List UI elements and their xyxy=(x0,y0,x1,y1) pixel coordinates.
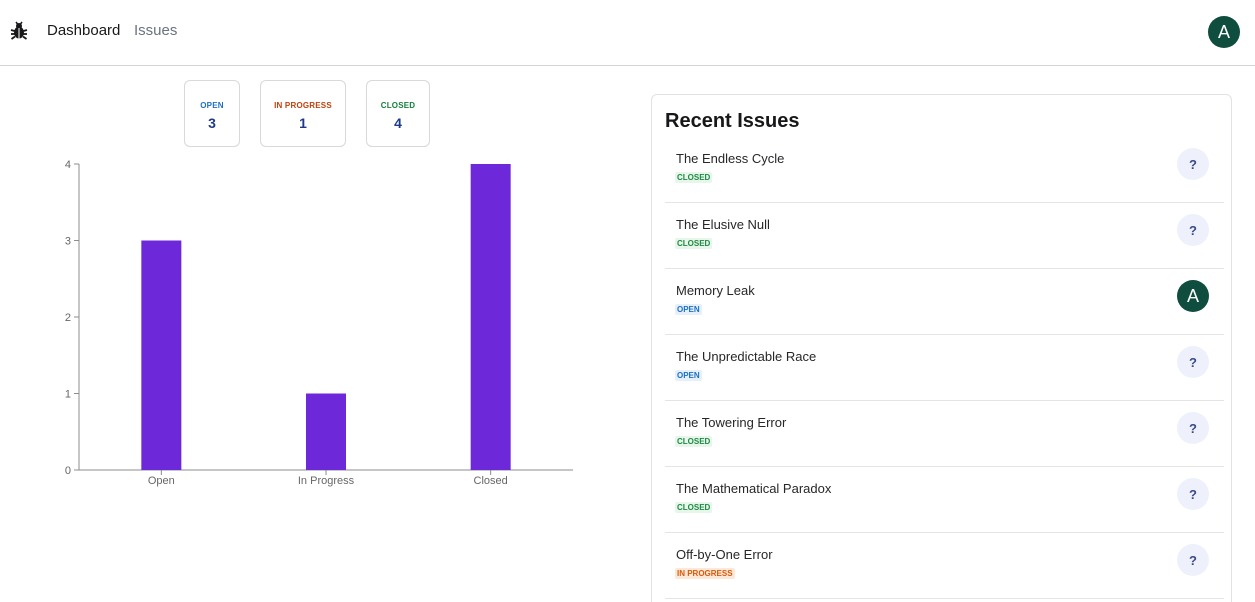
issue-row: The Unpredictable Race OPEN xyxy=(665,335,1224,401)
issue-title-link[interactable]: The Unpredictable Race xyxy=(676,349,816,365)
summary-value: 4 xyxy=(394,115,402,131)
user-avatar[interactable]: A xyxy=(1208,16,1240,48)
status-badge: OPEN xyxy=(675,370,702,381)
assignee-avatar[interactable]: A xyxy=(1177,280,1209,312)
bar-in-progress[interactable] xyxy=(306,393,346,471)
issue-row: The Elusive Null CLOSED xyxy=(665,203,1224,269)
summary-label: CLOSED xyxy=(380,101,416,110)
status-badge: CLOSED xyxy=(675,502,713,513)
status-badge: CLOSED xyxy=(675,238,713,249)
bug-icon[interactable] xyxy=(9,21,29,41)
issue-row: The Mathematical Paradox CLOSED xyxy=(665,467,1224,533)
summary-value: 1 xyxy=(299,115,307,131)
unassigned-avatar[interactable]: ? xyxy=(1177,478,1209,510)
top-navbar: Dashboard Issues A xyxy=(0,0,1255,66)
status-badge: CLOSED xyxy=(675,172,713,183)
summary-label: OPEN xyxy=(200,101,224,110)
issue-title-link[interactable]: The Endless Cycle xyxy=(676,151,784,167)
issue-row: Memory Leak OPEN xyxy=(665,269,1224,335)
x-tick-label: Closed xyxy=(474,475,508,487)
y-tick-label: 3 xyxy=(65,236,71,248)
issue-title-link[interactable]: The Elusive Null xyxy=(676,217,770,233)
y-tick-label: 1 xyxy=(65,389,71,401)
summary-label: IN PROGRESS xyxy=(274,101,332,110)
unassigned-avatar[interactable]: ? xyxy=(1177,346,1209,378)
nav-link-dashboard[interactable]: Dashboard xyxy=(47,22,120,40)
summary-card-in-progress: IN PROGRESS 1 xyxy=(260,80,346,147)
issue-title-link[interactable]: The Mathematical Paradox xyxy=(676,481,831,497)
issue-row: The Towering Error CLOSED xyxy=(665,401,1224,467)
issue-status-bar-chart: 0 1 2 3 4 Open In Progress Closed xyxy=(65,159,573,487)
recent-issues-title: Recent Issues xyxy=(665,110,800,132)
issue-row: The Endless Cycle CLOSED xyxy=(665,137,1224,203)
status-badge: OPEN xyxy=(675,304,702,315)
issue-row: Off-by-One Error IN PROGRESS xyxy=(665,533,1224,599)
unassigned-avatar[interactable]: ? xyxy=(1177,214,1209,246)
unassigned-avatar[interactable]: ? xyxy=(1177,412,1209,444)
issue-title-link[interactable]: Off-by-One Error xyxy=(676,547,773,563)
y-tick-label: 4 xyxy=(65,159,71,171)
bar-open[interactable] xyxy=(141,240,182,471)
unassigned-avatar[interactable]: ? xyxy=(1177,148,1209,180)
nav-link-issues[interactable]: Issues xyxy=(134,22,177,40)
summary-value: 3 xyxy=(208,115,216,131)
y-tick-label: 0 xyxy=(65,465,71,477)
recent-issues-panel: Recent Issues The Endless Cycle CLOSED T… xyxy=(651,94,1232,602)
x-tick-label: Open xyxy=(148,475,175,487)
x-tick-label: In Progress xyxy=(298,475,355,487)
status-badge: CLOSED xyxy=(675,436,713,447)
status-badge: IN PROGRESS xyxy=(675,568,735,579)
y-tick-label: 2 xyxy=(65,312,71,324)
unassigned-avatar[interactable]: ? xyxy=(1177,544,1209,576)
issue-title-link[interactable]: Memory Leak xyxy=(676,283,755,299)
bar-closed[interactable] xyxy=(470,164,511,470)
issue-title-link[interactable]: The Towering Error xyxy=(676,415,786,431)
summary-card-closed: CLOSED 4 xyxy=(366,80,430,147)
summary-card-open: OPEN 3 xyxy=(184,80,240,147)
